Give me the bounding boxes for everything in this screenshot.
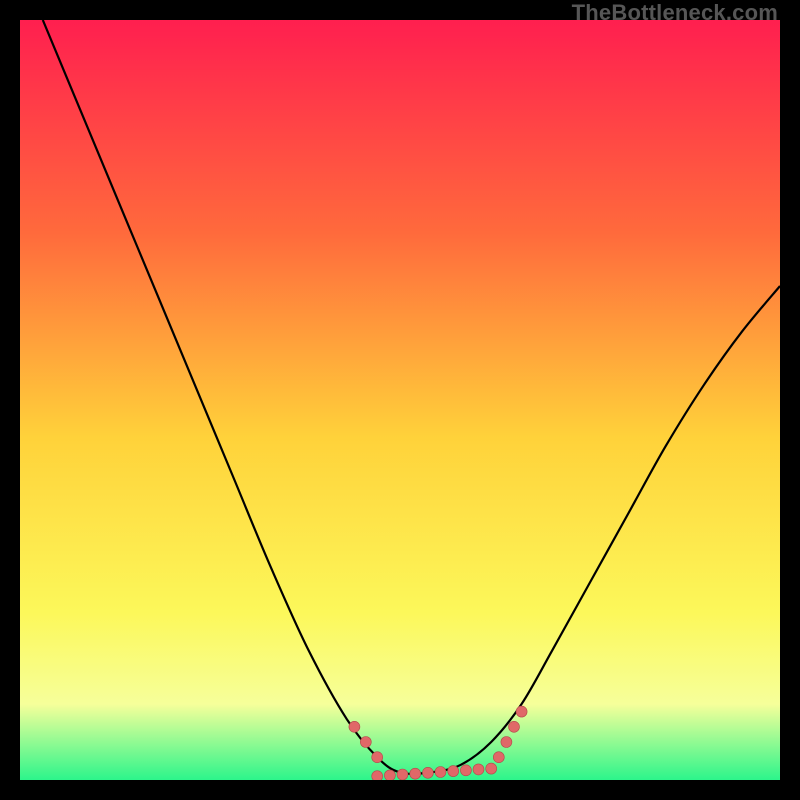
curve-marker bbox=[410, 768, 421, 779]
curve-marker bbox=[509, 721, 520, 732]
curve-marker bbox=[460, 765, 471, 776]
curve-marker bbox=[516, 706, 527, 717]
curve-marker bbox=[397, 769, 408, 780]
curve-marker bbox=[501, 737, 512, 748]
gradient-background bbox=[20, 20, 780, 780]
bottleneck-chart bbox=[20, 20, 780, 780]
curve-marker bbox=[349, 721, 360, 732]
curve-marker bbox=[372, 771, 383, 780]
curve-marker bbox=[448, 766, 459, 777]
curve-marker bbox=[493, 752, 504, 763]
curve-marker bbox=[384, 770, 395, 780]
curve-marker bbox=[360, 737, 371, 748]
curve-marker bbox=[486, 763, 497, 774]
curve-marker bbox=[372, 752, 383, 763]
watermark-text: TheBottleneck.com bbox=[572, 0, 778, 26]
chart-frame bbox=[20, 20, 780, 780]
curve-marker bbox=[473, 764, 484, 775]
curve-marker bbox=[435, 767, 446, 778]
curve-marker bbox=[422, 767, 433, 778]
